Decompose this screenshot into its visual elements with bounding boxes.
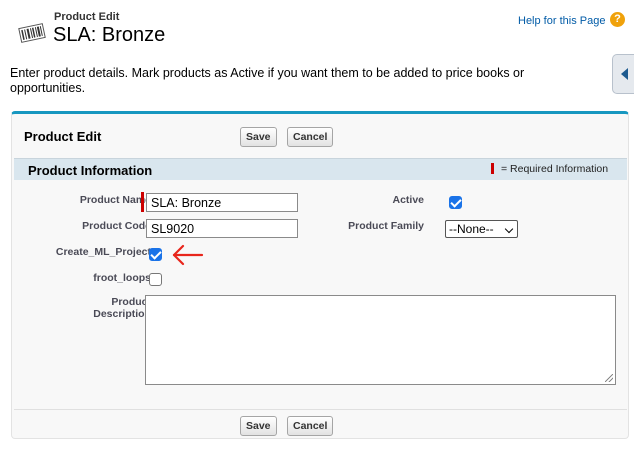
page-title: SLA: Bronze — [53, 24, 166, 46]
left-arrow-icon — [172, 244, 204, 266]
save-button-top[interactable]: Save — [240, 127, 277, 147]
panel-title: Product Edit — [24, 129, 102, 144]
product-name-input[interactable] — [146, 193, 298, 212]
resize-handle-icon[interactable] — [605, 374, 613, 382]
product-edit-panel: Product Edit Save Cancel Product Informa… — [11, 111, 629, 439]
product-family-select[interactable]: --None-- — [445, 220, 518, 238]
required-indicator — [141, 192, 144, 212]
sidebar-toggle-button[interactable] — [612, 54, 634, 94]
create-ml-project-checkbox[interactable] — [149, 248, 162, 261]
product-family-value: --None-- — [449, 222, 494, 236]
section-header: Product Information = Required Informati… — [14, 158, 627, 180]
intro-text: Enter product details. Mark products as … — [10, 66, 525, 95]
chevron-down-icon — [504, 224, 514, 234]
product-description-label-line2: Description — [93, 308, 151, 320]
cancel-button-top[interactable]: Cancel — [287, 127, 334, 147]
product-code-label: Product Code — [82, 220, 151, 232]
section-title: Product Information — [28, 163, 153, 178]
cancel-button-bottom[interactable]: Cancel — [287, 416, 334, 436]
product-code-input[interactable] — [146, 219, 298, 238]
froot-loops-checkbox[interactable] — [149, 273, 162, 286]
active-label: Active — [392, 194, 424, 206]
product-family-label: Product Family — [348, 220, 424, 232]
help-link[interactable]: Help for this Page — [518, 15, 605, 27]
breadcrumb: Product Edit — [54, 11, 120, 23]
required-legend: = Required Information — [501, 163, 609, 175]
chevron-left-icon — [621, 68, 628, 80]
required-marker — [491, 163, 494, 174]
product-description-label-line1: Product — [111, 296, 151, 308]
active-checkbox[interactable] — [449, 196, 462, 209]
save-button-bottom[interactable]: Save — [240, 416, 277, 436]
product-description-textarea[interactable] — [145, 295, 616, 385]
froot-loops-label: froot_loops — [93, 272, 151, 284]
barcode-icon — [18, 23, 46, 43]
product-description-label: Product Description — [93, 296, 151, 320]
help-icon[interactable]: ? — [610, 12, 625, 27]
create-ml-project-label: Create_ML_Project — [55, 246, 151, 258]
divider — [14, 409, 627, 410]
